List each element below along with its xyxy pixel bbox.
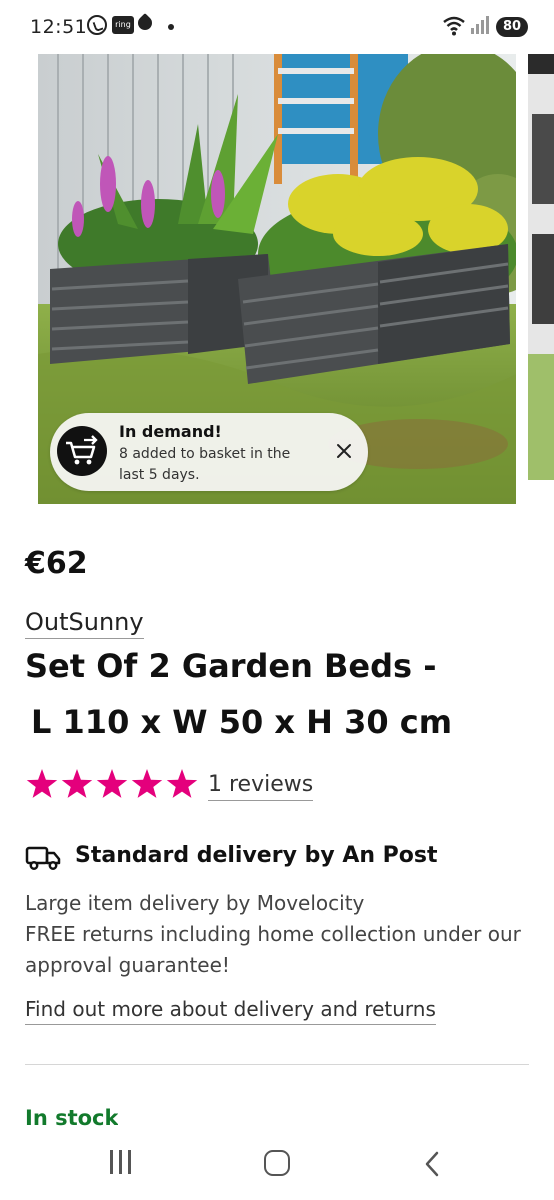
product-price: €62: [25, 546, 88, 581]
whatsapp-icon: [87, 15, 107, 35]
delivery-info-line-1: Large item delivery by Movelocity: [25, 891, 365, 915]
battery-level: 80: [496, 17, 528, 37]
more-notifications-dot: [168, 24, 174, 30]
notification-app-icon: [135, 13, 155, 33]
back-icon[interactable]: [422, 1150, 442, 1178]
in-demand-text: 8 added to basket in the last 5 days.: [119, 446, 291, 483]
delivery-truck-icon: [25, 846, 61, 870]
delivery-info-line-3: approval guarantee!: [25, 953, 230, 977]
stock-status: In stock: [25, 1106, 119, 1128]
product-title-line-2: L 110 x W 50 x H 30 cm: [31, 703, 453, 741]
delivery-info-line-2: FREE returns including home collection u…: [25, 922, 521, 946]
home-icon[interactable]: [264, 1150, 290, 1176]
star-icon: [96, 769, 128, 798]
section-divider: [25, 1064, 529, 1065]
delivery-returns-link[interactable]: Find out more about delivery and returns: [25, 997, 436, 1025]
basket-trend-icon: [57, 426, 107, 476]
recent-apps-icon[interactable]: [108, 1150, 136, 1176]
rating-stars: [26, 769, 198, 798]
star-icon: [131, 769, 163, 798]
product-title-line-1: Set Of 2 Garden Beds -: [25, 647, 437, 685]
wifi-icon: [443, 16, 465, 36]
in-demand-banner: In demand! 8 added to basket in the last…: [50, 413, 368, 491]
ring-app-icon: ring: [112, 16, 134, 34]
star-icon: [26, 769, 58, 798]
star-icon: [61, 769, 93, 798]
brand-link[interactable]: OutSunny: [25, 608, 144, 639]
star-icon: [166, 769, 198, 798]
system-nav-bar: [0, 1128, 554, 1200]
reviews-link[interactable]: 1 reviews: [208, 772, 314, 801]
status-time: 12:51: [30, 16, 88, 38]
signal-icon: [471, 16, 489, 34]
next-product-image[interactable]: [528, 54, 554, 480]
delivery-title: Standard delivery by An Post: [75, 843, 438, 868]
status-bar: 12:51 ring 80: [0, 0, 554, 56]
close-icon[interactable]: [334, 441, 354, 461]
in-demand-title: In demand!: [119, 422, 222, 441]
